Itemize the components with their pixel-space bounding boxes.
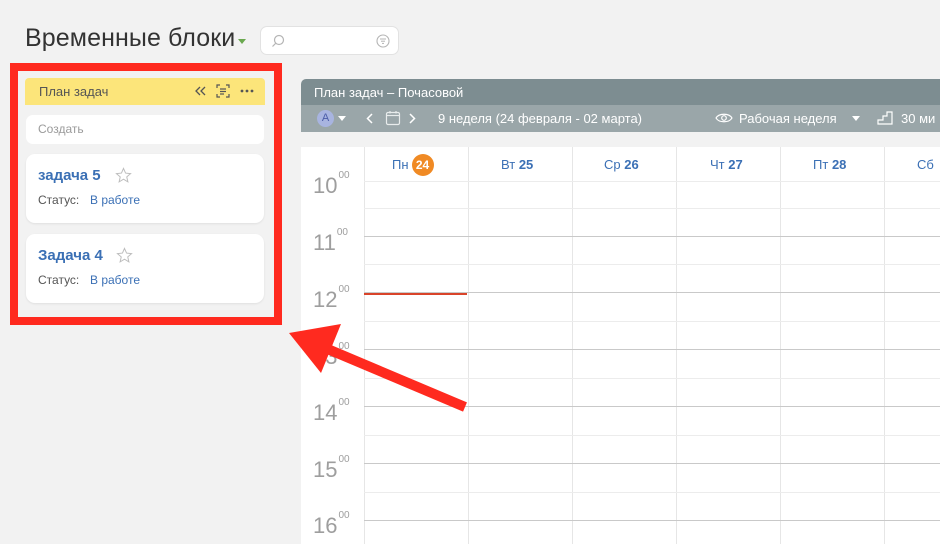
hour-label: 1200 [313, 284, 350, 312]
avatar[interactable]: А [317, 110, 334, 127]
grid-line [364, 321, 940, 322]
hour-label: 1300 [313, 341, 350, 369]
today-badge: 24 [411, 154, 434, 176]
hour-label: 1000 [313, 170, 350, 198]
time-scale-label[interactable]: 30 ми [901, 111, 935, 126]
grid-line [364, 264, 940, 265]
hour-label: 1100 [313, 227, 348, 255]
grid-divider [676, 147, 677, 544]
calendar-title: План задач – Почасовой [314, 85, 464, 100]
hour-label: 1600 [313, 510, 350, 538]
grid-line [364, 181, 940, 182]
day-number: 26 [624, 157, 639, 172]
day-of-week: Сб [917, 157, 934, 172]
day-of-week: Вт [501, 157, 516, 172]
day-number: 28 [831, 157, 847, 172]
eye-icon [715, 113, 733, 123]
day-of-week: Ср [604, 157, 621, 172]
hour-label: 1400 [313, 397, 350, 425]
chevron-down-icon[interactable] [338, 116, 346, 121]
hour-label: 1500 [313, 454, 350, 482]
day-header-sat[interactable]: Сб [917, 157, 934, 192]
chevron-left-icon[interactable] [366, 113, 373, 124]
filter-icon[interactable] [376, 34, 390, 48]
grid-line [364, 208, 940, 209]
title-dropdown-icon[interactable] [238, 39, 246, 44]
view-mode-select[interactable]: Рабочая неделя [739, 111, 837, 126]
grid-line [364, 349, 940, 350]
day-of-week: Чт [710, 157, 725, 172]
grid-line [364, 520, 940, 521]
highlight-frame [10, 63, 282, 325]
grid-divider [468, 147, 469, 544]
calendar-header: План задач – Почасовой А 9 неделя (24 фе… [301, 79, 940, 132]
day-header-wed[interactable]: Ср 26 [604, 157, 639, 192]
grid-line [364, 236, 940, 237]
grid-line [364, 378, 940, 379]
grid-divider [572, 147, 573, 544]
current-time-line [364, 293, 467, 295]
grid-divider [364, 147, 365, 544]
search-icon [272, 34, 285, 47]
day-header-thu[interactable]: Чт 27 [710, 157, 743, 192]
grid-divider [884, 147, 885, 544]
grid-divider [780, 147, 781, 544]
calendar-icon[interactable] [385, 110, 401, 126]
chevron-right-icon[interactable] [409, 113, 416, 124]
week-label[interactable]: 9 неделя (24 февраля - 02 марта) [438, 111, 642, 126]
day-header-mon[interactable]: Пн 24 [392, 154, 434, 189]
page-title: Временные блоки [25, 24, 236, 52]
grid-line [364, 492, 940, 493]
chevron-down-icon[interactable] [852, 116, 860, 121]
day-header-fri[interactable]: Пт 28 [813, 157, 846, 192]
day-of-week: Пн [392, 157, 409, 172]
search-input[interactable] [260, 26, 399, 55]
calendar-grid: Пн 24 Вт 25 Ср 26 Чт 27 Пт 28 Сб 1000 110… [301, 147, 940, 544]
scale-icon [877, 111, 893, 125]
day-number: 25 [518, 157, 534, 172]
day-number: 27 [728, 157, 743, 172]
day-of-week: Пт [813, 157, 829, 172]
grid-line [364, 463, 940, 464]
grid-line [364, 435, 940, 436]
grid-line [364, 406, 940, 407]
day-header-tue[interactable]: Вт 25 [501, 157, 533, 192]
calendar-toolbar: А 9 неделя (24 февраля - 02 марта) Рабоч… [301, 105, 940, 132]
